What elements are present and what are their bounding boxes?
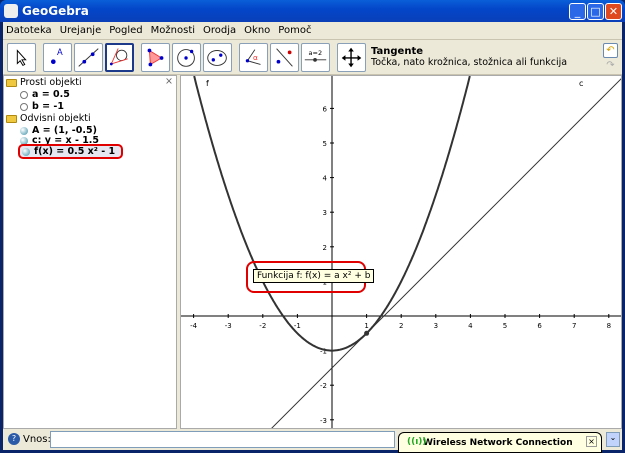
y-tick-label: 3 — [323, 209, 327, 217]
hidden-object-icon[interactable] — [20, 90, 28, 99]
point-tool[interactable]: A — [43, 43, 72, 72]
toolbar: A α a=2 Tangente Točka, nato krožnica, s… — [3, 39, 622, 75]
menu-urejanje[interactable]: Urejanje — [60, 25, 102, 36]
tangents-tool[interactable] — [105, 43, 134, 72]
undo-button[interactable]: ↶ — [603, 43, 618, 58]
list-item-selected[interactable]: f(x) = 0.5 x² - 1 — [18, 144, 124, 159]
label-c: c — [579, 79, 583, 88]
x-tick-label: 1 — [364, 322, 368, 330]
y-tick-label: 2 — [323, 244, 327, 252]
graph-canvas[interactable]: -4-3-2-112345678654321-1-2-3fc — [181, 76, 622, 429]
x-tick-label: 6 — [537, 322, 542, 330]
wireless-icon: ((ı)) — [407, 437, 427, 447]
angle-tool[interactable]: α — [239, 43, 268, 72]
y-tick-label: 5 — [323, 140, 327, 148]
x-tick-label: 5 — [503, 322, 507, 330]
x-tick-label: -2 — [259, 322, 266, 330]
circle-tool[interactable] — [172, 43, 201, 72]
menu-okno[interactable]: Okno — [244, 25, 270, 36]
close-button[interactable]: ✕ — [605, 3, 622, 20]
redo-button[interactable]: ↷ — [603, 60, 618, 75]
y-tick-label: 4 — [323, 175, 328, 183]
svg-text:A: A — [57, 47, 63, 57]
menu-datoteka[interactable]: Datoteka — [6, 25, 52, 36]
tool-description: Točka, nato krožnica, stožnica ali funkc… — [371, 57, 568, 68]
algebra-view: × Prosti objekti a = 0.5 b = -1 Odvisni … — [3, 75, 177, 429]
label-f: f — [206, 79, 209, 88]
conic-tool[interactable] — [203, 43, 232, 72]
move-tool[interactable] — [7, 43, 36, 72]
y-tick-label: 6 — [323, 105, 328, 113]
folder-icon — [6, 114, 17, 123]
point-A — [364, 330, 370, 336]
x-tick-label: 8 — [607, 322, 611, 330]
move-view-tool[interactable] — [337, 43, 366, 72]
tangent-line-c — [271, 78, 621, 428]
maximize-button[interactable]: □ — [587, 3, 604, 20]
notification-balloon[interactable]: ((ı)) Wireless Network Connection × — [398, 432, 602, 453]
folder-free[interactable]: Prosti objekti — [6, 77, 82, 88]
visible-object-icon[interactable] — [20, 126, 28, 135]
close-algebra-icon[interactable]: × — [165, 76, 173, 87]
x-tick-label: -1 — [294, 322, 301, 330]
x-tick-label: -3 — [225, 322, 232, 330]
close-notification-icon[interactable]: × — [586, 436, 597, 447]
slider-tool[interactable]: a=2 — [301, 43, 330, 72]
chevron-down-icon[interactable]: ⌄ — [606, 432, 620, 447]
visible-object-icon[interactable] — [22, 147, 30, 156]
svg-text:α: α — [253, 53, 258, 62]
y-tick-label: -3 — [320, 417, 327, 425]
input-label: Vnos: — [23, 434, 51, 445]
list-item[interactable]: b = -1 — [20, 101, 64, 112]
reflect-tool[interactable] — [270, 43, 299, 72]
tooltip: Funkcija f: f(x) = a x² + b — [253, 269, 375, 283]
input-field[interactable] — [50, 431, 395, 448]
list-item[interactable]: a = 0.5 — [20, 89, 70, 100]
window-title: GeoGebra — [22, 4, 89, 18]
x-tick-label: 7 — [572, 322, 576, 330]
polygon-tool[interactable] — [141, 43, 170, 72]
x-tick-label: -4 — [190, 322, 198, 330]
tool-info: Tangente Točka, nato krožnica, stožnica … — [371, 46, 567, 68]
x-tick-label: 3 — [434, 322, 438, 330]
y-tick-label: -2 — [320, 382, 327, 390]
menu-moznosti[interactable]: Možnosti — [151, 25, 195, 36]
menu-pomoc[interactable]: Pomoč — [278, 25, 311, 36]
help-icon[interactable]: ? — [8, 433, 20, 445]
hidden-object-icon[interactable] — [20, 102, 28, 111]
folder-dependent[interactable]: Odvisni objekti — [6, 113, 91, 124]
menu-orodja[interactable]: Orodja — [203, 25, 236, 36]
x-tick-label: 4 — [468, 322, 473, 330]
svg-text:a=2: a=2 — [309, 49, 323, 57]
graphics-view[interactable]: -4-3-2-112345678654321-1-2-3fc Funkcija … — [180, 75, 622, 429]
x-tick-label: 2 — [399, 322, 403, 330]
menu-bar: Datoteka Urejanje Pogled Možnosti Orodja… — [3, 22, 622, 38]
minimize-button[interactable]: _ — [569, 3, 586, 20]
menu-pogled[interactable]: Pogled — [109, 25, 142, 36]
tool-name: Tangente — [371, 46, 424, 57]
title-bar: GeoGebra — [0, 0, 625, 22]
line-tool[interactable] — [74, 43, 103, 72]
app-icon — [4, 4, 18, 18]
folder-icon — [6, 78, 17, 87]
main-window: Datoteka Urejanje Pogled Možnosti Orodja… — [3, 22, 622, 450]
